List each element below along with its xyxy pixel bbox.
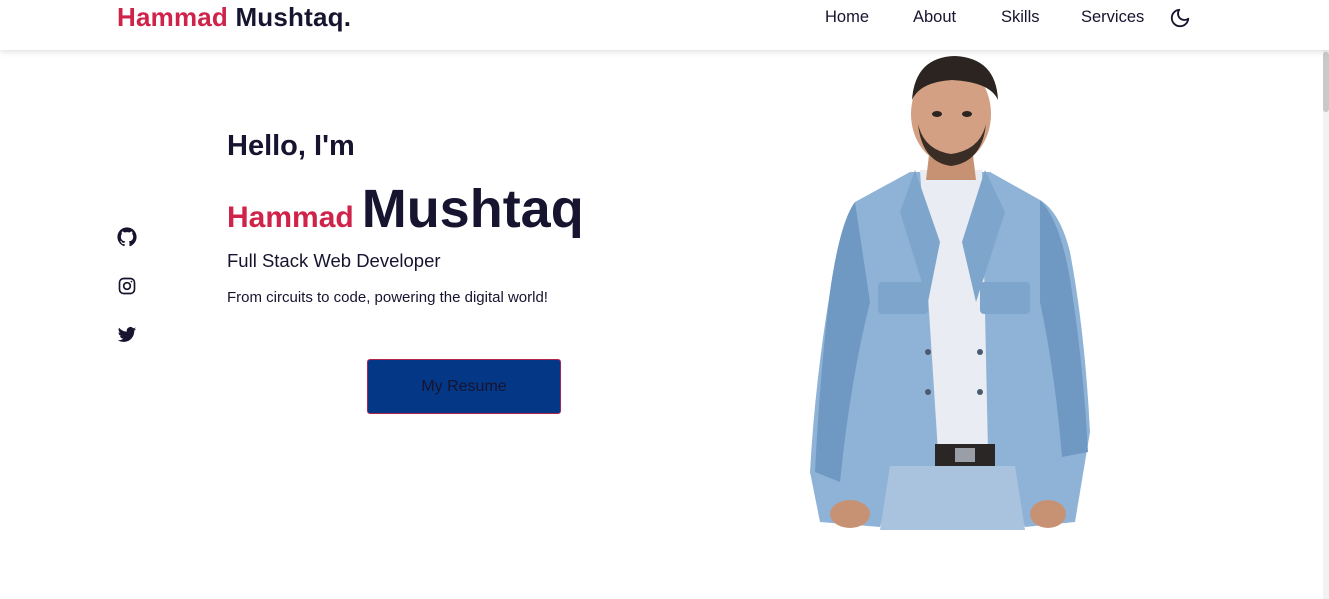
site-header: Hammad Mushtaq. Home About Skills Servic… (0, 0, 1329, 50)
resume-button[interactable]: My Resume (367, 359, 561, 414)
hero-greeting: Hello, I'm (227, 130, 355, 162)
nav-services[interactable]: Services (1081, 8, 1144, 27)
hero-last-name: Mushtaq (361, 179, 584, 239)
instagram-icon[interactable] (117, 276, 137, 296)
scrollbar-thumb[interactable] (1323, 52, 1329, 112)
nav-skills[interactable]: Skills (1001, 8, 1040, 27)
moon-icon[interactable] (1169, 7, 1191, 29)
hero-first-name: Hammad (227, 201, 354, 234)
github-icon[interactable] (117, 227, 137, 247)
profile-photo (800, 52, 1100, 530)
nav-about[interactable]: About (913, 8, 956, 27)
page-scrollbar[interactable] (1323, 0, 1329, 599)
hero-tagline: From circuits to code, powering the digi… (227, 289, 548, 306)
page: Hammad Mushtaq. Home About Skills Servic… (0, 0, 1329, 599)
main-nav: Home About Skills Services (0, 8, 1329, 30)
nav-home[interactable]: Home (825, 8, 869, 27)
twitter-icon[interactable] (117, 325, 137, 345)
hero-name: Hammad Mushtaq (227, 178, 584, 240)
hero-role: Full Stack Web Developer (227, 250, 441, 271)
